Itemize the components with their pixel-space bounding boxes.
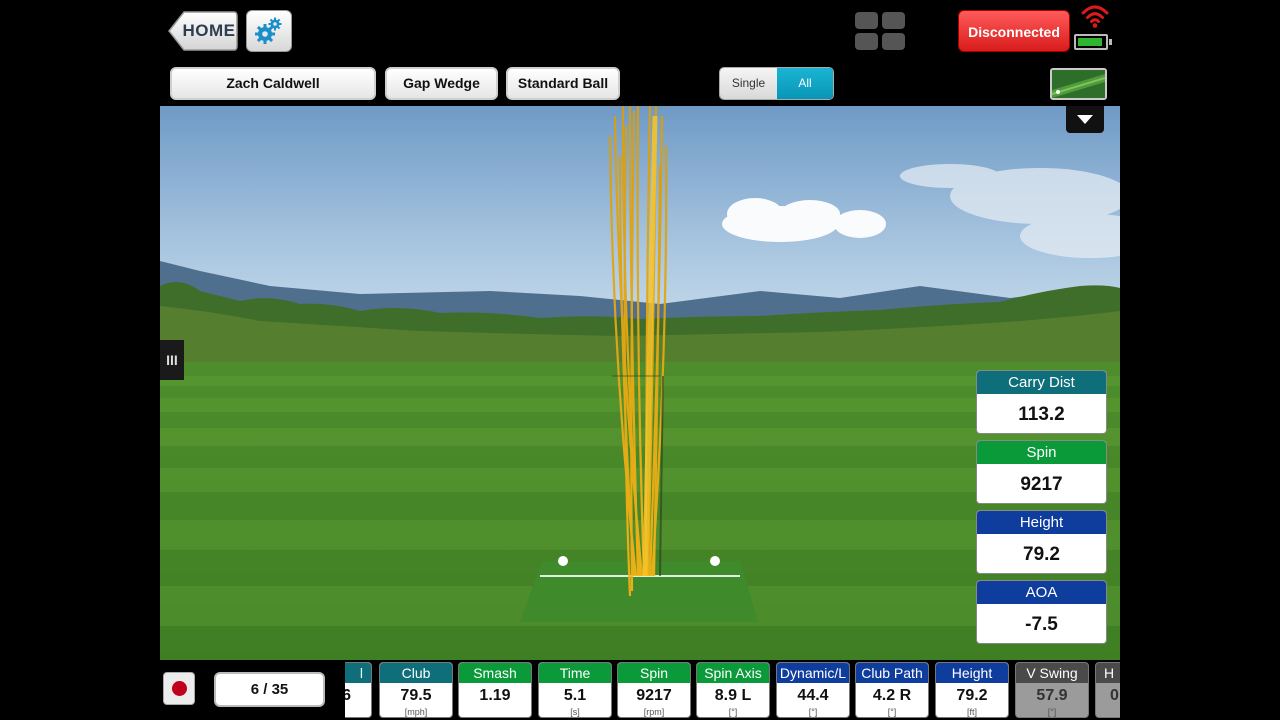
view-all-option[interactable]: All	[777, 68, 833, 99]
metric-unit: [s]	[570, 707, 580, 717]
metric-v-swing[interactable]: V Swing 57.9 [°]	[1015, 662, 1089, 718]
metric-dynamic-l[interactable]: Dynamic/L 44.4 [°]	[776, 662, 850, 718]
metric-value: 1.19	[479, 687, 511, 704]
stat-card-value: -7.5	[1025, 614, 1058, 635]
course-minimap[interactable]	[1050, 68, 1107, 100]
metric-unit	[345, 707, 371, 717]
shot-view-toggle: Single All	[719, 67, 834, 100]
metric-unit: [°]	[808, 707, 818, 717]
grid-cell	[855, 12, 878, 29]
metric-unit: [ft]	[966, 707, 977, 717]
stat-card-carry-dist[interactable]: Carry Dist 113.2	[976, 370, 1107, 434]
view-single-option[interactable]: Single	[720, 68, 777, 99]
connection-status-button[interactable]: Disconnected	[958, 10, 1070, 52]
metric-label: Time	[539, 663, 611, 683]
grid-cell	[855, 33, 878, 50]
metric-label: Club	[380, 663, 452, 683]
battery-icon	[1074, 34, 1112, 50]
metric-unit: [°]	[887, 707, 897, 717]
grid-view-icon[interactable]	[855, 12, 907, 50]
stat-card-value: 9217	[1020, 474, 1063, 495]
side-panel-handle[interactable]: III	[160, 340, 184, 380]
wifi-signal-icon	[1081, 5, 1109, 28]
tee-marker	[558, 556, 568, 566]
metric-label: Spin	[618, 663, 690, 683]
stat-card-value: 113.2	[1018, 404, 1065, 425]
metric-value: 9217	[636, 687, 672, 704]
record-icon	[171, 681, 187, 696]
home-label: HOME	[182, 21, 236, 40]
metric-label: l	[345, 663, 371, 683]
metric-unit: [rpm]	[643, 707, 665, 717]
metric-label: Spin Axis	[697, 663, 769, 683]
metric-label: Dynamic/L	[777, 663, 849, 683]
metric-time[interactable]: Time 5.1 [s]	[538, 662, 612, 718]
metric-value: 44.4	[797, 687, 829, 704]
metric-value: 4.2 R	[872, 687, 912, 704]
metric-unit	[459, 707, 531, 717]
metric-label: Height	[936, 663, 1008, 683]
metric-unit: [mph]	[404, 707, 428, 717]
home-button[interactable]: HOME	[168, 10, 238, 52]
metric-unit	[1096, 707, 1120, 717]
metric-value: 5.1	[563, 687, 587, 704]
metric-club-path[interactable]: Club Path 4.2 R [°]	[855, 662, 929, 718]
metric-label: V Swing	[1016, 663, 1088, 683]
stat-card-label: Carry Dist	[977, 371, 1106, 394]
record-button[interactable]	[163, 672, 195, 705]
metric-value: 6	[345, 683, 371, 707]
metric-label: Smash	[459, 663, 531, 683]
metrics-strip[interactable]: l6 Club 79.5 [mph] Smash 1.19 Time 5.1 [s] Spin 92…	[345, 662, 1120, 720]
stat-card-label: Spin	[977, 441, 1106, 464]
metric-club[interactable]: Club 79.5 [mph]	[379, 662, 453, 718]
stat-card-value: 79.2	[1023, 544, 1060, 565]
metric-value: 8.9 L	[714, 687, 752, 704]
grid-cell	[882, 33, 905, 50]
metric-value: 57.9	[1036, 687, 1068, 704]
stat-card-spin[interactable]: Spin 9217	[976, 440, 1107, 504]
stat-card-label: AOA	[977, 581, 1106, 604]
stat-card-height[interactable]: Height 79.2	[976, 510, 1107, 574]
metric-label: H	[1096, 663, 1120, 683]
metric-value: 0	[1110, 687, 1119, 704]
stat-card-aoa[interactable]: AOA -7.5	[976, 580, 1107, 644]
grid-cell	[882, 12, 905, 29]
metric-spin[interactable]: Spin 9217 [rpm]	[617, 662, 691, 718]
shot-counter[interactable]: 6 / 35	[214, 672, 325, 707]
golf-simulator-app: HOME Disconnected Zach Caldwell Gap Wedg…	[0, 0, 1280, 720]
settings-button[interactable]	[246, 10, 292, 52]
metric-value: 79.2	[956, 687, 988, 704]
player-selector[interactable]: Zach Caldwell	[170, 67, 376, 100]
scene-dropdown-button[interactable]	[1066, 106, 1104, 133]
metric-h[interactable]: H0	[1095, 662, 1120, 718]
chevron-down-icon	[1077, 114, 1093, 124]
ball-selector[interactable]: Standard Ball	[506, 67, 620, 100]
club-selector[interactable]: Gap Wedge	[385, 67, 498, 100]
metric-spin-axis[interactable]: Spin Axis 8.9 L [°]	[696, 662, 770, 718]
metric-unit: [°]	[728, 707, 738, 717]
gear-icon	[255, 17, 282, 44]
stat-card-label: Height	[977, 511, 1106, 534]
metric-label: Club Path	[856, 663, 928, 683]
metric-unit: [°]	[1047, 707, 1057, 717]
metric-height[interactable]: Height 79.2 [ft]	[935, 662, 1009, 718]
metric-value: 79.5	[400, 687, 432, 704]
metric-smash[interactable]: Smash 1.19	[458, 662, 532, 718]
metric-l[interactable]: l6	[345, 662, 372, 718]
tee-marker	[710, 556, 720, 566]
